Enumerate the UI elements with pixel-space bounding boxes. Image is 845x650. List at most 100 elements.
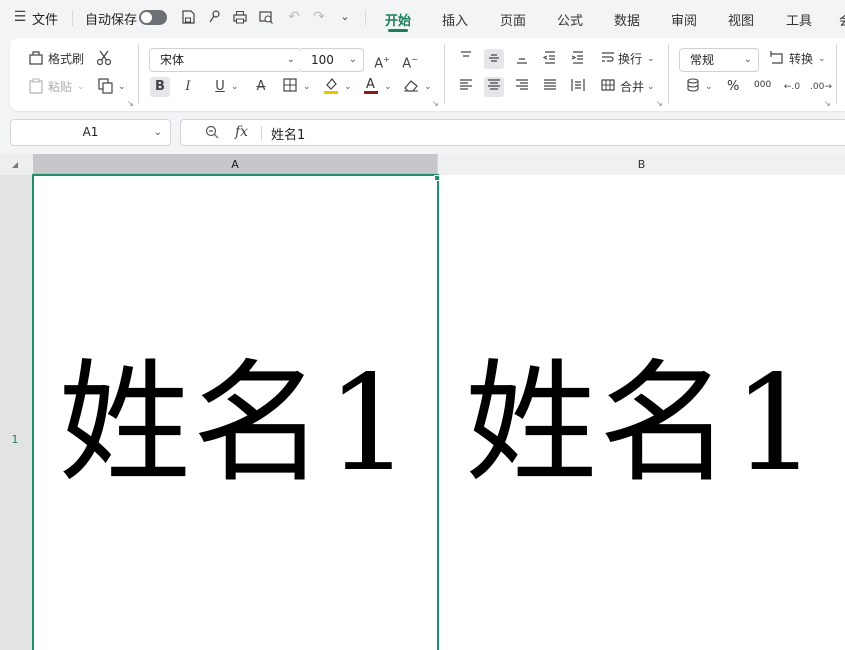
paste-dropdown-icon[interactable]: ⌄ bbox=[77, 76, 85, 98]
justify-icon[interactable] bbox=[540, 77, 560, 97]
chevron-down-icon: ⌄ bbox=[153, 127, 162, 138]
wrap-text-button[interactable]: 换行 bbox=[618, 48, 642, 70]
menu-bar: ☰ 文件 自动保存 ↶ ↷ ⌄ 开始 插入 页面 公式 数据 审阅 视图 工具 … bbox=[0, 0, 845, 36]
formula-divider bbox=[261, 126, 262, 141]
align-top-icon[interactable] bbox=[456, 49, 476, 69]
formula-bar: fx 姓名1 bbox=[180, 119, 845, 146]
align-right-icon[interactable] bbox=[512, 77, 532, 97]
font-name-select[interactable]: 宋体 ⌄ bbox=[149, 48, 302, 72]
font-size-select[interactable]: 100 ⌄ bbox=[301, 48, 364, 72]
row-number: 1 bbox=[11, 433, 19, 446]
clear-dropdown-icon[interactable]: ⌄ bbox=[424, 76, 432, 98]
print-preview-icon[interactable] bbox=[258, 9, 274, 25]
function-icon[interactable]: fx bbox=[235, 124, 248, 140]
merge-dropdown-icon[interactable]: ⌄ bbox=[647, 76, 655, 98]
merge-cells-icon bbox=[598, 77, 618, 97]
align-middle-icon[interactable] bbox=[484, 49, 504, 69]
cell-b1[interactable]: 姓名1 bbox=[438, 175, 845, 650]
tab-page[interactable]: 页面 bbox=[500, 10, 526, 29]
increase-indent-icon[interactable] bbox=[568, 49, 588, 69]
distributed-align-icon[interactable] bbox=[568, 77, 588, 97]
borders-icon[interactable] bbox=[280, 77, 300, 97]
decrease-indent-icon[interactable] bbox=[540, 49, 560, 69]
ribbon-toolbar: 格式刷 粘贴 ⌄ ⌄ ↘ 宋体 ⌄ 100 ⌄ A+ A− B I U ⌄ A bbox=[10, 38, 845, 111]
name-box[interactable]: A1 ⌄ bbox=[10, 119, 171, 146]
zoom-icon[interactable] bbox=[205, 125, 219, 143]
fill-color-icon[interactable] bbox=[321, 75, 341, 95]
quick-access-more-icon[interactable]: ⌄ bbox=[337, 9, 353, 25]
number-format-select[interactable]: 常规 ⌄ bbox=[679, 48, 759, 72]
italic-button[interactable]: I bbox=[178, 77, 198, 97]
copy-icon[interactable] bbox=[96, 77, 116, 97]
borders-dropdown-icon[interactable]: ⌄ bbox=[303, 76, 311, 98]
svg-text:A: A bbox=[366, 77, 375, 92]
select-all-corner[interactable] bbox=[0, 154, 33, 175]
decrease-decimal-icon[interactable]: .00→ bbox=[810, 77, 832, 97]
number-launcher-icon[interactable]: ↘ bbox=[824, 99, 831, 108]
currency-dropdown-icon[interactable]: ⌄ bbox=[705, 76, 713, 98]
formula-input[interactable]: 姓名1 bbox=[271, 124, 305, 143]
tab-insert[interactable]: 插入 bbox=[442, 10, 468, 29]
ribbon-divider bbox=[444, 44, 445, 104]
tab-view[interactable]: 视图 bbox=[728, 10, 754, 29]
underline-dropdown-icon[interactable]: ⌄ bbox=[231, 76, 239, 98]
convert-button[interactable]: 转换 bbox=[789, 48, 813, 70]
cell-a1[interactable]: 姓名1 bbox=[33, 175, 438, 650]
format-painter-button[interactable]: 格式刷 bbox=[48, 48, 84, 70]
cut-icon[interactable] bbox=[94, 49, 114, 69]
tab-data[interactable]: 数据 bbox=[614, 10, 640, 29]
print-icon[interactable] bbox=[232, 9, 248, 25]
underline-button[interactable]: U bbox=[210, 77, 230, 97]
paste-icon bbox=[26, 77, 46, 97]
column-header-a[interactable]: A bbox=[33, 154, 438, 175]
tab-tools[interactable]: 工具 bbox=[786, 10, 812, 29]
increase-font-icon[interactable]: A+ bbox=[372, 50, 392, 71]
select-all-icon bbox=[12, 162, 18, 168]
merge-button[interactable]: 合并 bbox=[620, 76, 644, 98]
align-center-icon[interactable] bbox=[484, 77, 504, 97]
font-name-value: 宋体 bbox=[160, 53, 185, 67]
tab-more[interactable]: 会 bbox=[839, 10, 845, 29]
currency-icon[interactable] bbox=[683, 77, 703, 97]
save-icon[interactable] bbox=[180, 9, 196, 25]
align-bottom-icon[interactable] bbox=[512, 49, 532, 69]
redo-icon[interactable]: ↷ bbox=[311, 9, 327, 25]
file-menu[interactable]: 文件 bbox=[32, 9, 58, 28]
cell-grid: 姓名1 姓名1 bbox=[33, 175, 845, 650]
percent-button[interactable]: % bbox=[727, 76, 739, 98]
hamburger-menu-icon[interactable]: ☰ bbox=[12, 9, 28, 25]
undo-icon[interactable]: ↶ bbox=[286, 9, 302, 25]
decrease-font-icon[interactable]: A− bbox=[400, 50, 420, 71]
font-color-dropdown-icon[interactable]: ⌄ bbox=[384, 76, 392, 98]
font-launcher-icon[interactable]: ↘ bbox=[432, 99, 439, 108]
menu-divider bbox=[72, 10, 73, 26]
fill-handle[interactable] bbox=[434, 175, 440, 181]
chevron-down-icon: ⌄ bbox=[348, 54, 357, 65]
thousands-separator-button[interactable]: 000 bbox=[754, 74, 771, 96]
paste-button[interactable]: 粘贴 bbox=[48, 76, 72, 98]
tab-review[interactable]: 审阅 bbox=[671, 10, 697, 29]
bold-button[interactable]: B bbox=[150, 77, 170, 97]
autosave-toggle[interactable] bbox=[139, 10, 167, 25]
wrap-dropdown-icon[interactable]: ⌄ bbox=[647, 48, 655, 70]
convert-dropdown-icon[interactable]: ⌄ bbox=[818, 48, 826, 70]
tab-formula[interactable]: 公式 bbox=[557, 10, 583, 29]
increase-decimal-icon[interactable]: ←.0 bbox=[782, 77, 802, 97]
eraser-icon[interactable] bbox=[401, 77, 421, 97]
chevron-down-icon: ⌄ bbox=[286, 54, 295, 65]
align-left-icon[interactable] bbox=[456, 77, 476, 97]
clipboard-launcher-icon[interactable]: ↘ bbox=[127, 99, 134, 108]
column-header-b[interactable]: B bbox=[438, 154, 845, 175]
font-color-icon[interactable]: A bbox=[361, 75, 381, 95]
copy-dropdown-icon[interactable]: ⌄ bbox=[118, 76, 126, 98]
ribbon-divider bbox=[668, 44, 669, 104]
share-icon[interactable] bbox=[206, 9, 222, 25]
spreadsheet-app: ☰ 文件 自动保存 ↶ ↷ ⌄ 开始 插入 页面 公式 数据 审阅 视图 工具 … bbox=[0, 0, 845, 650]
tab-home[interactable]: 开始 bbox=[385, 10, 411, 29]
chevron-down-icon: ⌄ bbox=[743, 54, 752, 65]
row-header-1[interactable]: 1 bbox=[0, 175, 33, 650]
convert-icon bbox=[767, 49, 787, 69]
fill-color-dropdown-icon[interactable]: ⌄ bbox=[344, 76, 352, 98]
alignment-launcher-icon[interactable]: ↘ bbox=[656, 99, 663, 108]
strikethrough-icon[interactable]: A bbox=[251, 77, 271, 97]
